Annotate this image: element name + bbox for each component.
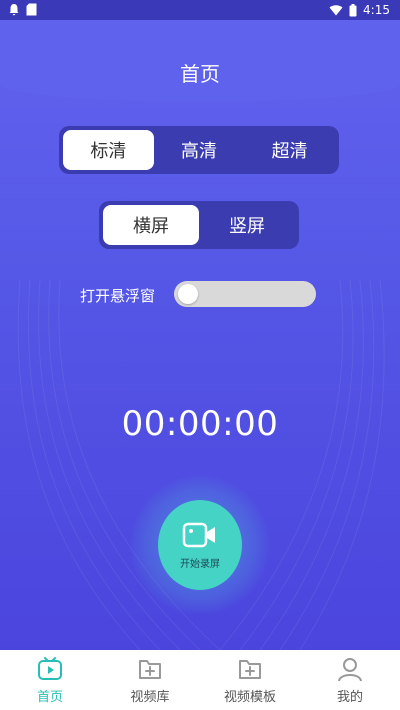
- floating-window-toggle[interactable]: [174, 281, 316, 307]
- status-bar: 4:15: [0, 0, 400, 20]
- quality-option-uhd[interactable]: 超清: [244, 130, 335, 170]
- quality-option-sd[interactable]: 标清: [63, 130, 154, 170]
- nav-label-video-templates: 视频模板: [223, 690, 276, 705]
- recording-timer: 00:00:00: [121, 404, 279, 444]
- user-icon: [338, 658, 362, 682]
- toggle-knob: [178, 284, 198, 304]
- floating-window-label: 打开悬浮窗: [80, 287, 156, 305]
- nav-item-video-templates[interactable]: 视频模板: [200, 650, 300, 710]
- nav-item-home[interactable]: 首页: [0, 650, 100, 710]
- quality-selector: 标清 高清 超清: [59, 126, 339, 174]
- folder-plus-icon: [239, 660, 261, 679]
- wifi-icon: [329, 5, 343, 16]
- battery-icon: [349, 3, 357, 16]
- folder-plus-icon: [139, 660, 161, 679]
- notification-bell-icon: [9, 4, 19, 16]
- start-recording-label: 开始录屏: [180, 558, 220, 570]
- bottom-navigation: 首页 视频库 视频模板 我的: [0, 650, 400, 710]
- quality-option-hd[interactable]: 高清: [154, 130, 245, 170]
- video-camera-icon: [182, 522, 215, 547]
- orientation-option-landscape[interactable]: 横屏: [103, 205, 199, 245]
- nav-label-home: 首页: [36, 690, 63, 705]
- sd-card-icon: [26, 3, 37, 16]
- orientation-selector: 横屏 竖屏: [99, 201, 299, 249]
- nav-item-profile[interactable]: 我的: [300, 650, 400, 710]
- nav-label-video-library: 视频库: [130, 690, 170, 705]
- tv-play-icon: [38, 657, 62, 680]
- nav-item-video-library[interactable]: 视频库: [100, 650, 200, 710]
- orientation-option-portrait[interactable]: 竖屏: [199, 205, 295, 245]
- status-time: 4:15: [363, 3, 390, 17]
- start-recording-button[interactable]: 开始录屏: [158, 500, 242, 590]
- nav-label-profile: 我的: [336, 690, 363, 705]
- page-title: 首页: [180, 62, 220, 86]
